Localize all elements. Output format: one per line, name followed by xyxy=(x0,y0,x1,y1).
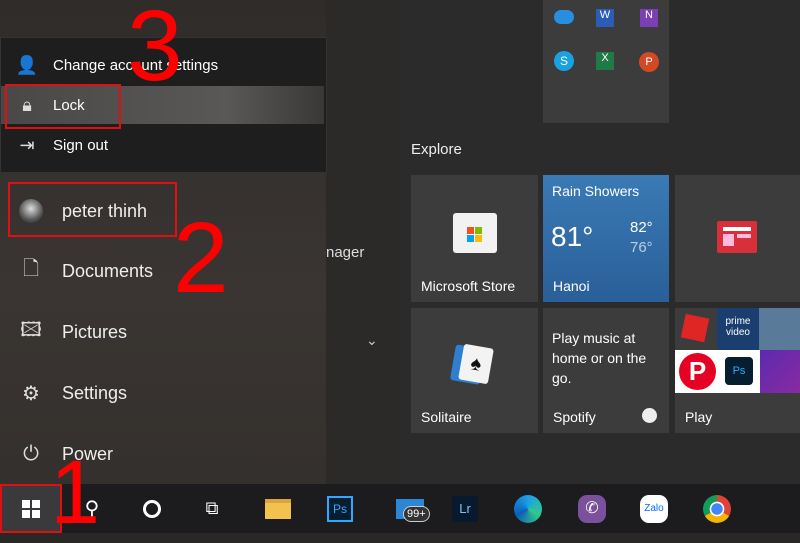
tile-label: Microsoft Store xyxy=(421,278,516,294)
news-icon xyxy=(717,221,757,253)
tiles-pane: W N S X P Explore Microsoft Store Rain S… xyxy=(400,0,800,484)
tile-label: Solitaire xyxy=(421,409,472,425)
skype-icon: S xyxy=(554,51,574,71)
roblox-icon xyxy=(680,313,710,343)
weather-temp: 81° xyxy=(551,221,594,252)
excel-icon: X xyxy=(596,52,614,70)
item-label: Pictures xyxy=(62,321,128,342)
word-icon: W xyxy=(596,9,614,27)
zalo-icon[interactable]: Zalo xyxy=(629,484,679,533)
start-item-settings[interactable]: ⚙ Settings xyxy=(0,368,320,418)
viber-icon[interactable]: ✆ xyxy=(567,484,617,533)
account-settings-icon: 👤 xyxy=(15,54,39,75)
sign-out-icon: ⇥ xyxy=(19,134,35,155)
chrome-icon[interactable] xyxy=(692,484,742,533)
tile-microsoft-store[interactable]: Microsoft Store xyxy=(411,175,538,302)
tile-news[interactable] xyxy=(675,175,800,302)
tile-play-folder[interactable]: prime video P Ps Play xyxy=(675,308,800,433)
sign-out-item[interactable]: ⇥ Sign out xyxy=(1,126,324,164)
weather-city: Hanoi xyxy=(553,278,590,294)
taskbar: ⚲ ⧉ Ps 99+ Lr ✆ Zalo xyxy=(0,484,800,533)
office-tile-group[interactable]: W N S X P xyxy=(543,0,669,123)
avatar xyxy=(19,199,43,223)
pictures-icon: 🖾 xyxy=(20,319,42,341)
user-account-button[interactable]: peter thinh xyxy=(0,186,320,236)
windows-logo-icon xyxy=(22,499,40,518)
item-label: Documents xyxy=(62,260,154,281)
powerpoint-icon: P xyxy=(639,52,659,72)
task-view-icon[interactable]: ⧉ xyxy=(187,484,237,533)
file-explorer-icon[interactable] xyxy=(253,484,303,533)
dolby-icon xyxy=(760,350,800,393)
weather-high: 82° xyxy=(630,219,653,236)
prime-video-icon: prime video xyxy=(717,308,759,350)
lightroom-icon[interactable]: Lr xyxy=(440,484,490,533)
mail-icon[interactable]: 99+ xyxy=(385,484,435,533)
onenote-icon: N xyxy=(640,9,658,27)
tile-weather[interactable]: Rain Showers 81° 82° 76° Hanoi xyxy=(543,175,669,302)
tile-label: Spotify xyxy=(553,409,596,425)
app-list-item-partial[interactable]: nager xyxy=(326,244,364,261)
chevron-down-icon[interactable]: ⌄ xyxy=(366,332,378,349)
tile-solitaire[interactable]: ♠ Solitaire xyxy=(411,308,538,433)
item-label: Sign out xyxy=(53,136,109,154)
app-list-pane: nager ⌄ xyxy=(326,0,400,484)
item-label: Settings xyxy=(62,382,128,403)
photoshop-taskbar-icon[interactable]: Ps xyxy=(315,484,365,533)
document-icon: 🗋 xyxy=(22,258,40,280)
spotify-icon xyxy=(642,408,657,423)
edge-icon[interactable] xyxy=(503,484,553,533)
cortana-icon[interactable] xyxy=(127,484,177,533)
game-icon xyxy=(759,308,800,350)
annotation-step-1: 1 xyxy=(50,443,101,543)
pinterest-icon: P xyxy=(679,353,716,390)
weather-condition: Rain Showers xyxy=(552,183,640,199)
annotation-step-2: 2 xyxy=(173,202,229,314)
start-item-documents[interactable]: 🗋 Documents xyxy=(0,246,320,296)
annotation-step-3: 3 xyxy=(127,0,183,102)
weather-low: 76° xyxy=(630,239,653,256)
cards-icon: ♠ xyxy=(458,343,494,385)
pinterest-tile: P Ps xyxy=(675,350,760,393)
tile-spotify[interactable]: Play music at home or on the go. Spotify xyxy=(543,308,669,433)
group-label-explore: Explore xyxy=(411,141,462,158)
start-item-pictures[interactable]: 🖾 Pictures xyxy=(0,307,320,357)
store-bag-icon xyxy=(453,213,497,253)
spotify-text: Play music at home or on the go. xyxy=(552,330,647,386)
user-name: peter thinh xyxy=(62,200,148,221)
gear-icon: ⚙ xyxy=(22,382,40,405)
onedrive-icon xyxy=(554,10,574,24)
photoshop-icon: Ps xyxy=(725,357,753,385)
start-item-power[interactable]: ⏻ Power xyxy=(0,429,320,479)
tile-label: Play xyxy=(685,409,713,425)
annotation-box-lock xyxy=(5,84,121,129)
mail-badge: 99+ xyxy=(403,506,430,522)
